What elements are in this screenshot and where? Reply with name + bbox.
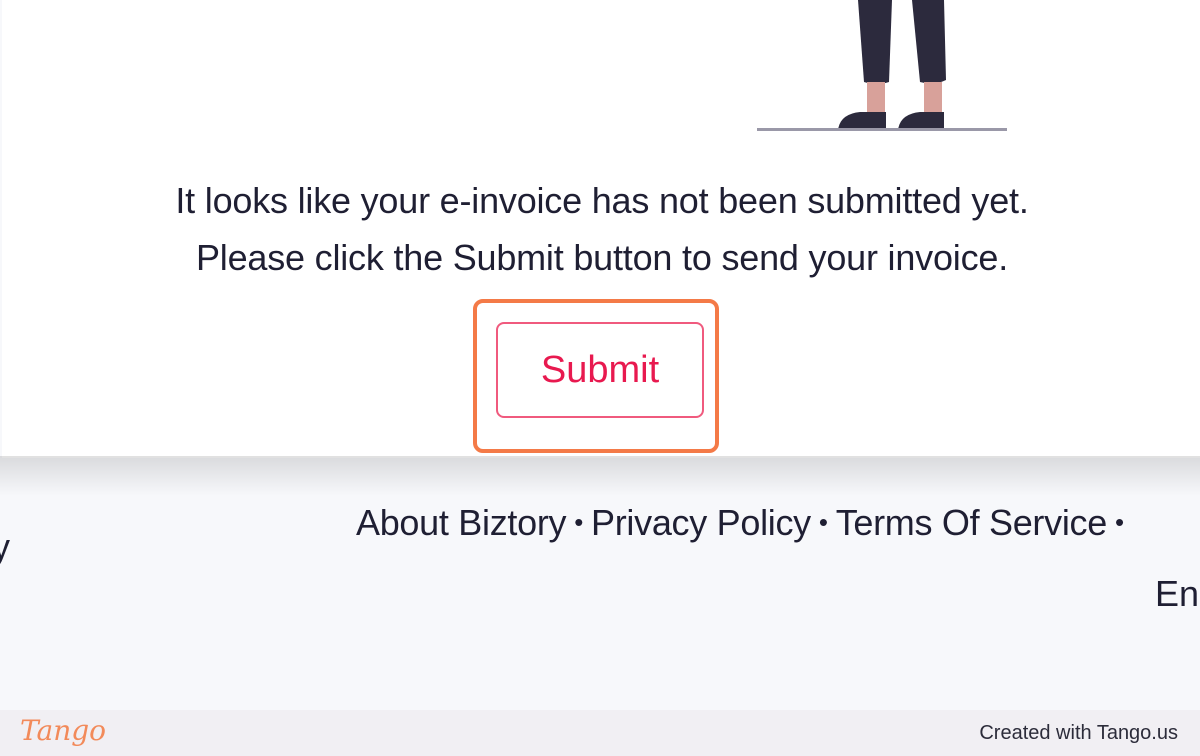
footer-separator: •	[1114, 507, 1124, 537]
status-message-line2: Please click the Submit button to send y…	[195, 237, 1009, 278]
card-shadow	[0, 456, 1200, 496]
tango-logo: Tango	[20, 714, 107, 747]
tango-bar: Tango Created with Tango.us	[0, 710, 1200, 756]
about-link[interactable]: About Biztory	[356, 502, 567, 543]
language-selector[interactable]: En	[1155, 573, 1199, 615]
status-message-line1: It looks like your e-invoice has not bee…	[175, 180, 1029, 221]
footer-left-text: y	[0, 526, 10, 567]
status-message: It looks like your e-invoice has not bee…	[2, 172, 1200, 286]
footer-links: About Biztory • Privacy Policy • Terms Of Se…	[356, 502, 1132, 544]
footer-separator: •	[574, 507, 584, 537]
person-illustration	[757, 0, 1007, 131]
privacy-policy-link[interactable]: Privacy Policy	[591, 502, 811, 543]
tango-credit: Created with Tango.us	[979, 722, 1178, 744]
footer-separator: •	[818, 507, 828, 537]
page: It looks like your e-invoice has not bee…	[0, 0, 1200, 756]
submit-button[interactable]: Submit	[496, 322, 704, 418]
terms-of-service-link[interactable]: Terms Of Service	[836, 502, 1108, 543]
